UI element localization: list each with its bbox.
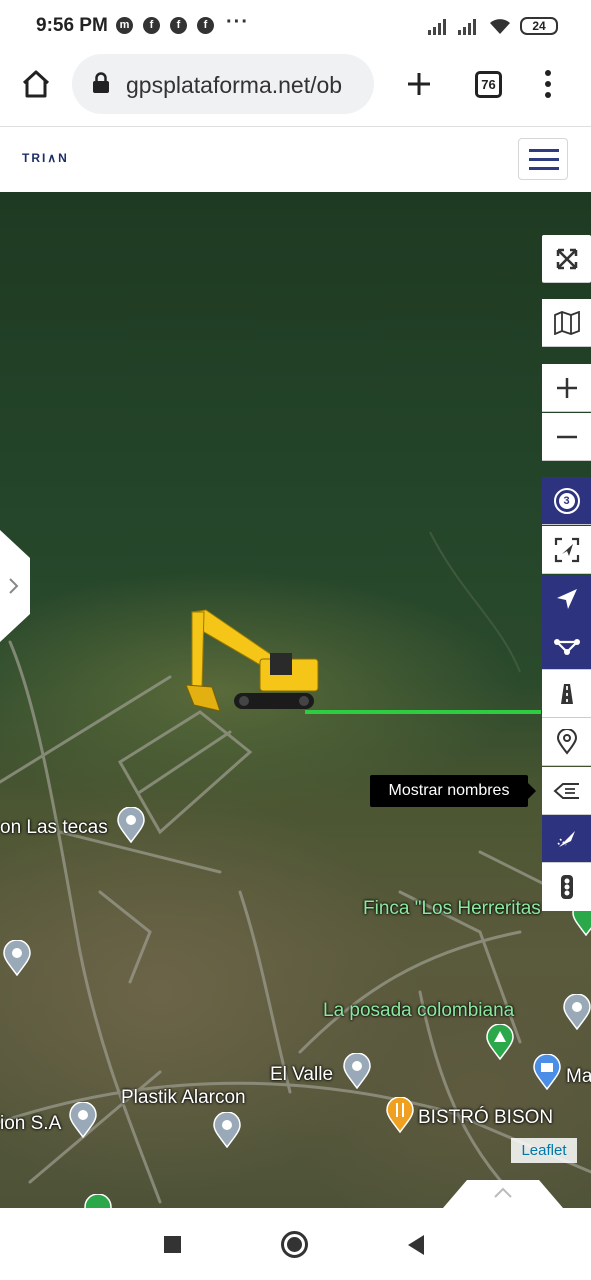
campground-pin-icon[interactable] [486,1024,514,1060]
cluster-button[interactable]: 3 [542,477,591,525]
url-text: gpsplataforma.net/ob [126,72,343,98]
location-pin-icon [556,728,577,755]
map-icon [553,310,580,335]
navigation-arrow-icon [556,588,577,609]
home-nav-icon[interactable] [281,1231,308,1258]
map-pin-icon [84,1194,112,1208]
facebook-icon: f [170,17,187,34]
cluster-icon: 3 [553,487,580,514]
tooltip-arrow [528,783,536,799]
route-track [305,710,541,714]
route-icon [553,638,580,655]
leaflet-attribution-link[interactable]: Leaflet [511,1138,577,1163]
traffic-light-icon [560,875,573,899]
route-button[interactable] [542,622,591,670]
place-label: on Las tecas [0,817,108,838]
map-pin-icon[interactable] [563,994,591,1030]
points-of-interest-button[interactable] [542,718,591,766]
address-bar[interactable]: gpsplataforma.net/ob [72,54,374,114]
road-button[interactable] [542,670,591,718]
zoom-in-button[interactable] [542,364,591,412]
more-notifications-icon: ··· [226,11,249,33]
locate-arrow-icon [554,537,579,562]
minus-icon [556,435,577,438]
status-bar: 9:56 PM m f f f ··· 24 [0,0,591,52]
overflow-menu-icon[interactable] [540,69,556,99]
fullscreen-icon [556,248,577,269]
plus-icon [556,377,577,398]
show-names-button[interactable] [542,767,591,815]
system-nav-bar [0,1208,591,1280]
wifi-icon [490,19,510,34]
send-command-button[interactable] [542,815,591,863]
facebook-icon: f [143,17,160,34]
place-label: Plastik Alarcon [121,1087,246,1108]
place-label: Ma [566,1066,591,1087]
show-names-tooltip: Mostrar nombres [370,775,528,807]
tab-count-button[interactable]: 76 [475,71,502,98]
back-icon[interactable] [406,1234,426,1256]
recents-icon[interactable] [164,1236,181,1253]
place-label: Finca "Los Herreritas [363,898,541,919]
map-view[interactable]: on Las tecas Finca "Los Herreritas La po… [0,192,591,1208]
place-label: La posada colombiana [323,1000,515,1021]
home-icon[interactable] [20,68,52,100]
cluster-count: 3 [558,492,575,509]
new-tab-icon[interactable] [405,70,433,98]
hamburger-menu-button[interactable] [518,138,568,180]
battery-indicator: 24 [520,17,558,35]
map-layers-button[interactable] [542,299,591,347]
place-label: El Valle [270,1064,334,1085]
map-pin-icon[interactable] [343,1053,371,1089]
follow-vehicle-button[interactable] [542,575,591,623]
map-pin-icon[interactable] [117,807,145,843]
locate-button[interactable] [542,526,591,574]
road-icon [560,683,573,704]
launch-icon [556,830,575,847]
label-tag-icon [552,782,579,799]
restaurant-pin-icon[interactable] [386,1097,414,1133]
app-header: TRI∧N [0,127,591,191]
place-label: BISTRÓ BISON [418,1107,554,1128]
zoom-out-button[interactable] [542,413,591,461]
map-pin-icon[interactable] [213,1112,241,1148]
place-label: ion S.A [0,1113,62,1134]
map-pin-icon[interactable] [3,940,31,976]
fullscreen-button[interactable] [542,235,591,283]
lock-icon [93,72,109,93]
browser-toolbar: gpsplataforma.net/ob 76 [0,52,591,127]
logo: TRI∧N [22,151,69,165]
excavator-icon[interactable] [182,607,322,722]
traffic-light-button[interactable] [542,863,591,911]
signal-icon [428,19,476,35]
shopping-pin-icon[interactable] [533,1054,561,1090]
map-pin-icon[interactable] [69,1102,97,1138]
messenger-icon: m [116,17,133,34]
chevron-up-icon [494,1187,512,1198]
chevron-right-icon [9,578,19,594]
status-time: 9:56 PM [36,15,108,36]
facebook-icon: f [197,17,214,34]
